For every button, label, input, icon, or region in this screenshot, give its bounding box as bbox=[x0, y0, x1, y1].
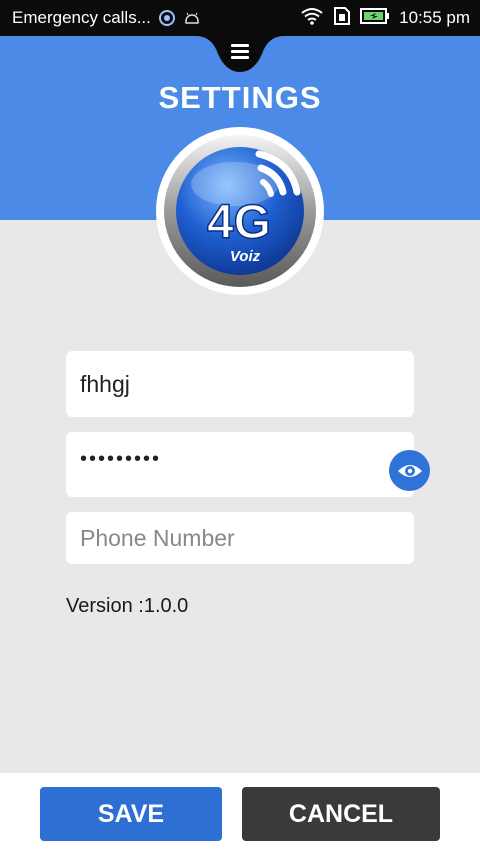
battery-icon bbox=[360, 7, 390, 30]
status-time: 10:55 pm bbox=[399, 8, 470, 27]
eye-icon[interactable] bbox=[389, 450, 430, 491]
password-field[interactable] bbox=[66, 432, 414, 497]
status-bar: Emergency calls... 10:55 pm bbox=[0, 0, 480, 36]
logo-sub-text: Voiz bbox=[230, 248, 261, 265]
phone-number-field[interactable] bbox=[66, 512, 414, 564]
username-field-box bbox=[66, 351, 414, 417]
status-bar-title: Emergency calls... bbox=[12, 8, 151, 27]
android-icon bbox=[183, 9, 201, 27]
app-logo: 4G Voiz bbox=[155, 126, 325, 296]
sim-icon bbox=[333, 6, 351, 31]
menu-icon[interactable] bbox=[228, 42, 252, 62]
page-title: SETTINGS bbox=[158, 80, 322, 115]
save-button[interactable]: SAVE bbox=[40, 787, 222, 841]
wifi-icon bbox=[300, 6, 324, 31]
sync-icon bbox=[158, 9, 176, 27]
password-field-box bbox=[66, 432, 414, 497]
phone-field-box bbox=[66, 512, 414, 564]
username-field[interactable] bbox=[66, 351, 414, 417]
cancel-button[interactable]: CANCEL bbox=[242, 787, 440, 841]
logo-main-text: 4G bbox=[207, 196, 271, 249]
version-label: Version :1.0.0 bbox=[66, 595, 189, 617]
